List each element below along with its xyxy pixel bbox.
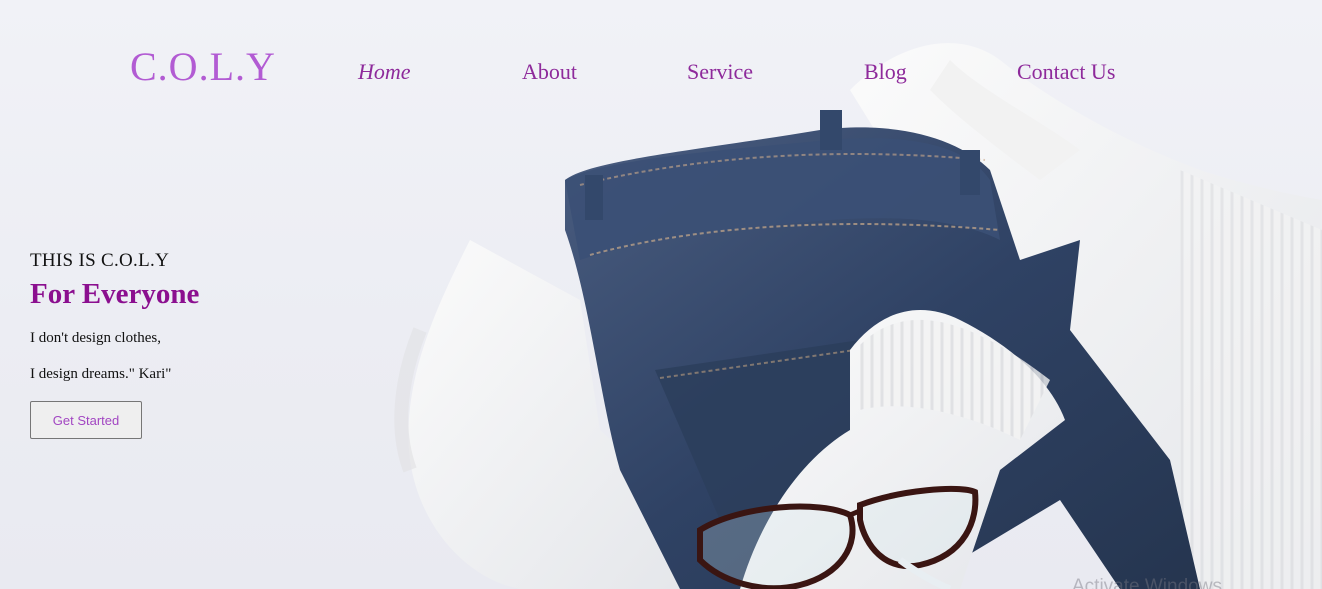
brand-logo[interactable]: C.O.L.Y bbox=[130, 47, 276, 87]
nav-link-home[interactable]: Home bbox=[358, 59, 411, 85]
nav-link-service[interactable]: Service bbox=[687, 59, 753, 85]
hero-headline: For Everyone bbox=[30, 278, 200, 310]
nav-link-about[interactable]: About bbox=[522, 59, 577, 85]
hero-eyebrow: THIS IS C.O.L.Y bbox=[30, 250, 170, 271]
hero-quote-line-2: I design dreams." Kari" bbox=[30, 366, 172, 382]
get-started-button[interactable]: Get Started bbox=[30, 401, 142, 439]
nav-link-blog[interactable]: Blog bbox=[864, 59, 907, 85]
activate-windows-watermark: Activate Windows bbox=[1072, 576, 1222, 589]
landing-page: C.O.L.Y Home About Service Blog Contact … bbox=[0, 0, 1322, 589]
hero-quote-line-1: I don't design clothes, bbox=[30, 330, 162, 346]
nav-link-contact-us[interactable]: Contact Us bbox=[1017, 59, 1115, 85]
